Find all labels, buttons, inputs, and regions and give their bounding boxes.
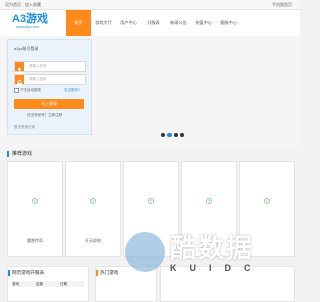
nav-news[interactable]: 新闻公告 <box>166 10 191 36</box>
server-table-header: 游戏 区服 日期 <box>12 281 84 287</box>
recommended-section-header: 推荐游戏 <box>7 150 293 157</box>
game-placeholder-icon <box>90 198 96 204</box>
password-placeholder: 请输入密码 <box>29 77 47 81</box>
carousel-dot[interactable] <box>180 133 184 137</box>
column-date: 日期 <box>60 281 67 286</box>
carousel-dot[interactable] <box>174 133 178 137</box>
watermark-circle <box>125 232 165 272</box>
server-table: 游戏 区服 日期 <box>12 281 84 293</box>
section-marker <box>7 151 9 157</box>
server-list-title: 网页游戏开服表 <box>12 270 45 275</box>
remember-checkbox[interactable] <box>14 88 19 93</box>
login-history-text: 暂无登录记录 <box>14 125 35 129</box>
login-button[interactable]: 马上登录 <box>14 99 84 109</box>
game-placeholder-icon <box>264 198 270 204</box>
game-card-label: 魔兽传奇 <box>27 238 43 243</box>
watermark: 酷数据 KUIDC <box>125 228 280 296</box>
section-marker <box>8 270 10 276</box>
remember-row: 下次自动登录 <box>14 88 41 93</box>
username-placeholder: 请输入帐号 <box>29 64 47 68</box>
column-game: 游戏 <box>12 281 19 286</box>
nav-support[interactable]: 客服中心 <box>216 10 241 36</box>
forgot-password-link[interactable]: 忘记密码? <box>64 88 80 93</box>
site-header: A3游戏 www.a3yx.com 首页 游戏大厅 用户中心 开服表 新闻公告 … <box>0 10 300 37</box>
logo-text: A3游戏 <box>12 13 49 25</box>
game-placeholder-icon <box>206 198 212 204</box>
game-placeholder-icon <box>148 198 154 204</box>
mobile-homepage-link[interactable]: 手机版首页 <box>272 2 292 8</box>
nav-user-center[interactable]: 用户中心 <box>116 10 141 36</box>
username-field[interactable]: 请输入帐号 <box>14 61 86 74</box>
carousel-dots <box>161 133 184 137</box>
column-server: 区服 <box>36 281 43 286</box>
section-marker <box>96 270 98 276</box>
game-card[interactable]: 开天辟地 <box>65 161 121 257</box>
top-utility-bar: 设为首页 加入收藏 手机版首页 <box>0 0 300 10</box>
site-logo[interactable]: A3游戏 www.a3yx.com <box>12 13 56 33</box>
add-favorite-link[interactable]: 加入收藏 <box>25 2 41 8</box>
logo-domain: www.a3yx.com <box>16 25 40 29</box>
main-nav: 首页 游戏大厅 用户中心 开服表 新闻公告 充值中心 客服中心 <box>66 10 241 36</box>
nav-server-list[interactable]: 开服表 <box>141 10 166 36</box>
recommended-title: 推荐游戏 <box>12 151 33 157</box>
user-icon <box>15 62 24 74</box>
nav-game-hall[interactable]: 游戏大厅 <box>91 10 116 36</box>
carousel-dot[interactable] <box>161 133 165 137</box>
set-homepage-link[interactable]: 设为首页 <box>5 2 21 8</box>
login-panel: a3yx账号登录 请输入帐号 请输入密码 下次自动登录 忘记密码? 马上登录 还… <box>7 39 92 135</box>
nav-recharge[interactable]: 充值中心 <box>191 10 216 36</box>
server-list-panel: 网页游戏开服表 游戏 区服 日期 <box>7 266 89 302</box>
table-row[interactable] <box>12 287 84 293</box>
login-title: a3yx账号登录 <box>14 46 39 51</box>
game-placeholder-icon <box>32 198 38 204</box>
remember-label: 下次自动登录 <box>20 88 41 92</box>
carousel-dot-active[interactable] <box>167 133 172 137</box>
game-card-label: 开天辟地 <box>85 238 101 243</box>
lock-icon <box>15 75 24 87</box>
register-link[interactable]: 还没有帐号？立即注册 <box>27 113 62 118</box>
watermark-subtext: KUIDC <box>170 263 264 273</box>
game-card[interactable]: 魔兽传奇 <box>7 161 63 257</box>
password-field[interactable]: 请输入密码 <box>14 74 86 87</box>
hot-games-title: 热门游戏 <box>100 270 119 275</box>
nav-home[interactable]: 首页 <box>66 10 91 36</box>
watermark-text: 酷数据 <box>170 233 255 263</box>
